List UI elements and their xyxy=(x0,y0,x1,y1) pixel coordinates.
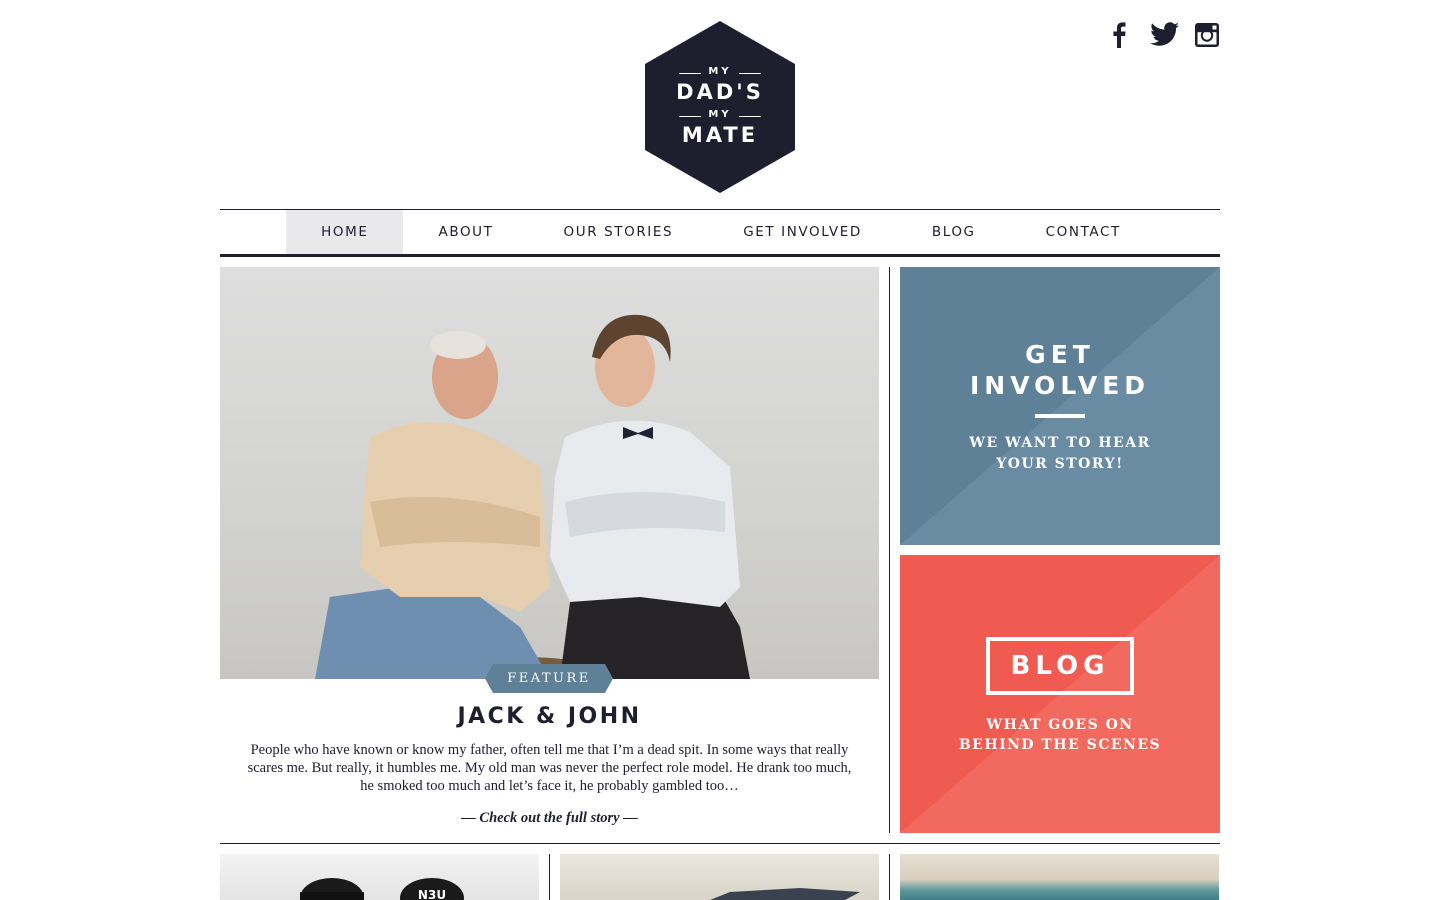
page-container: MY DAD'S MY MATE HOME ABOUT OUR STORIES … xyxy=(220,0,1220,900)
facebook-icon[interactable] xyxy=(1106,22,1132,48)
twitter-icon[interactable] xyxy=(1150,22,1179,48)
get-involved-subtitle-line2: YOUR STORY! xyxy=(996,456,1124,472)
site-logo[interactable]: MY DAD'S MY MATE xyxy=(645,21,795,193)
read-full-story-link[interactable]: — Check out the full story — xyxy=(220,810,879,827)
logo-text-my: MY xyxy=(708,66,732,77)
instagram-icon[interactable] xyxy=(1194,22,1220,48)
feature-badge-label: FEATURE xyxy=(507,671,591,686)
thumbnail-divider-2 xyxy=(889,854,890,900)
feature-excerpt: People who have known or know my father,… xyxy=(247,742,852,794)
get-involved-title-line1: GET xyxy=(1025,340,1095,369)
feature-story: FEATURE JACK & JOHN People who have know… xyxy=(220,267,879,833)
nav-item-get-involved[interactable]: GET INVOLVED xyxy=(708,210,897,254)
blog-title-box: BLOG xyxy=(986,637,1134,695)
blog-subtitle-line1: WHAT GOES ON xyxy=(986,717,1134,733)
feature-title[interactable]: JACK & JOHN xyxy=(220,704,879,729)
logo-text-my-2: MY xyxy=(708,109,732,120)
nav-item-home[interactable]: HOME xyxy=(286,210,404,254)
social-links xyxy=(1106,22,1220,48)
logo-text-mate: MATE xyxy=(681,123,759,147)
svg-text:N3U: N3U xyxy=(418,888,446,900)
blog-title: BLOG xyxy=(1010,651,1110,681)
section-divider xyxy=(220,843,1220,844)
feature-photo[interactable] xyxy=(220,267,879,679)
blog-tile[interactable]: BLOG WHAT GOES ON BEHIND THE SCENES xyxy=(900,555,1220,833)
get-involved-subtitle-line1: WE WANT TO HEAR xyxy=(969,435,1151,451)
blog-subtitle-line2: BEHIND THE SCENES xyxy=(958,737,1162,753)
nav-item-contact[interactable]: CONTACT xyxy=(1011,210,1156,254)
thumbnail-divider-1 xyxy=(549,854,550,900)
get-involved-tile[interactable]: GET INVOLVED WE WANT TO HEAR YOUR STORY! xyxy=(900,267,1220,545)
get-involved-divider xyxy=(1035,414,1085,418)
nav-item-our-stories[interactable]: OUR STORIES xyxy=(529,210,709,254)
nav-item-about[interactable]: ABOUT xyxy=(403,210,528,254)
story-thumbnail-3[interactable] xyxy=(900,854,1219,900)
column-divider xyxy=(889,267,890,833)
main-nav: HOME ABOUT OUR STORIES GET INVOLVED BLOG… xyxy=(220,209,1220,257)
feature-badge: FEATURE xyxy=(485,664,613,693)
logo-text-dads: DAD'S xyxy=(676,80,764,104)
story-thumbnail-2[interactable] xyxy=(560,854,879,900)
nav-item-blog[interactable]: BLOG xyxy=(897,210,1011,254)
story-thumbnail-1[interactable]: N3U xyxy=(220,854,539,900)
get-involved-title-line2: INVOLVED xyxy=(969,371,1151,400)
